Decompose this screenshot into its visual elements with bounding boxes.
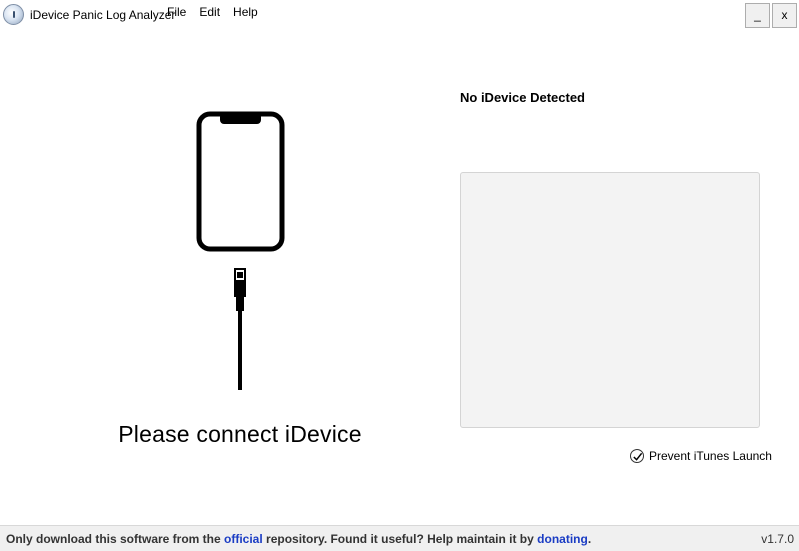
- notice-text-1: Only download this software from the: [6, 532, 225, 546]
- close-button[interactable]: x: [772, 3, 797, 28]
- status-bar: Only download this software from the off…: [0, 525, 799, 551]
- menu-help[interactable]: Help: [231, 5, 260, 19]
- notice-text-2: repository. Found it useful? Help mainta…: [262, 532, 538, 546]
- version-label: v1.7.0: [761, 532, 794, 546]
- prevent-itunes-option[interactable]: Prevent iTunes Launch: [630, 449, 772, 463]
- app-title: iDevice Panic Log Analyzer: [30, 8, 176, 22]
- menu-file[interactable]: File: [165, 5, 188, 19]
- prevent-itunes-label: Prevent iTunes Launch: [649, 449, 772, 463]
- notice-text-3: .: [587, 532, 592, 546]
- lightning-cable-icon: [234, 268, 246, 390]
- menu-bar: File Edit Help: [165, 5, 260, 19]
- phone-icon: [196, 111, 285, 252]
- checkmark-icon: [632, 452, 642, 461]
- title-bar: iDevice Panic Log Analyzer File Edit Hel…: [0, 0, 799, 30]
- app-logo-icon: [3, 4, 24, 25]
- menu-edit[interactable]: Edit: [197, 5, 222, 19]
- donating-link[interactable]: donating: [537, 532, 588, 546]
- connect-device-message: Please connect iDevice: [118, 421, 362, 447]
- download-notice: Only download this software from the off…: [6, 532, 591, 546]
- official-link[interactable]: official: [224, 532, 263, 546]
- prevent-itunes-checkbox[interactable]: [630, 449, 644, 463]
- minimize-button[interactable]: _: [745, 3, 770, 28]
- device-info-panel: [460, 172, 760, 428]
- phone-cable-illustration: [196, 111, 285, 390]
- device-status-label: No iDevice Detected: [460, 90, 585, 105]
